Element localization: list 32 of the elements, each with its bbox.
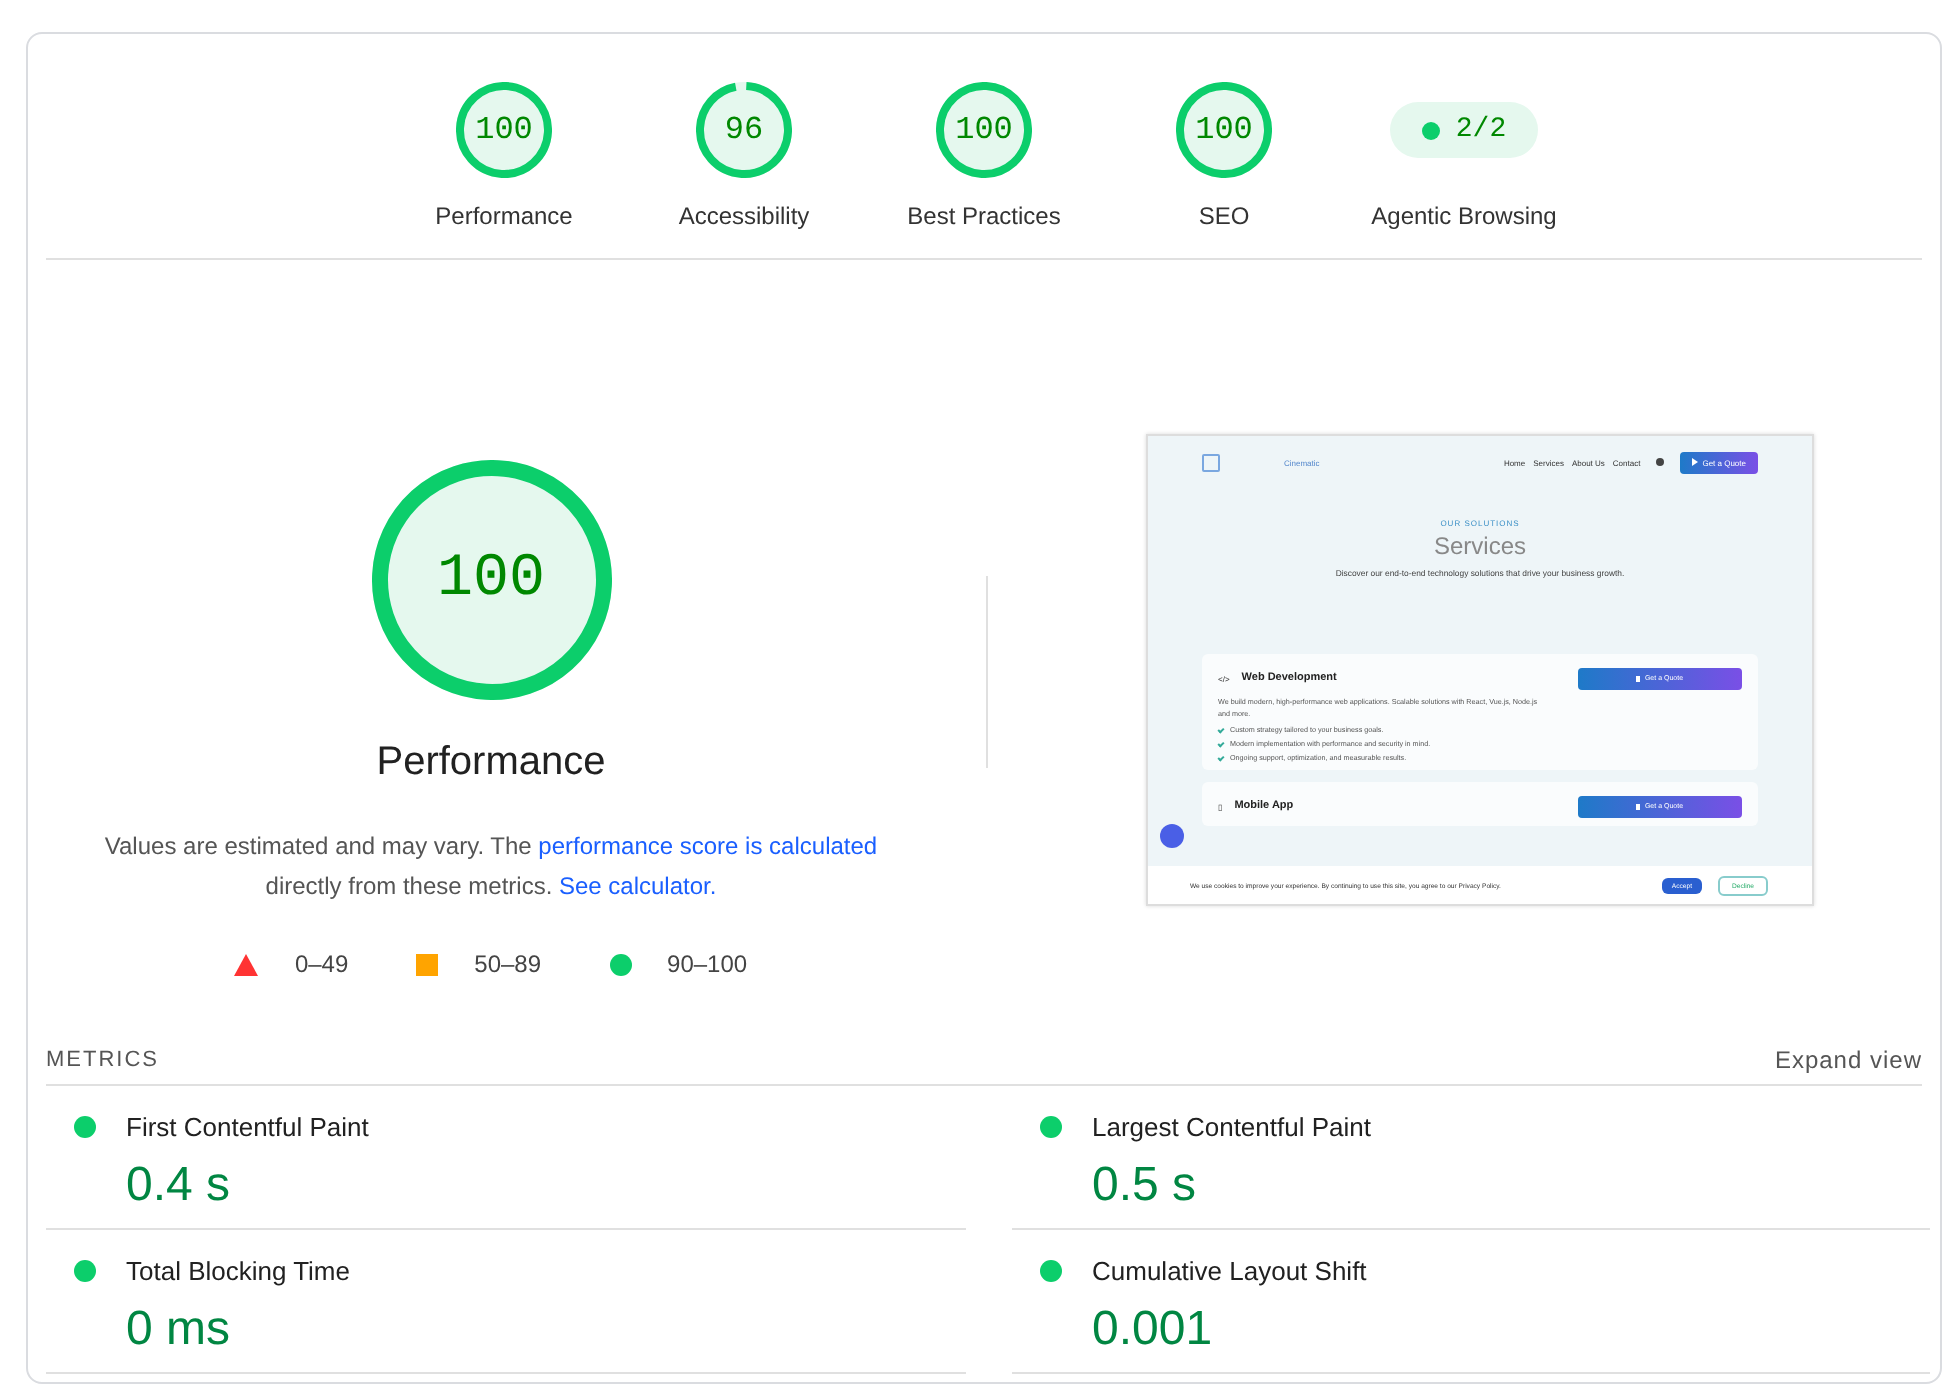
score-gauge[interactable]: 100: [456, 82, 552, 178]
category-label[interactable]: Best Practices: [907, 202, 1061, 230]
logo-icon: [1202, 453, 1220, 471]
legend-range: 0–49: [294, 950, 349, 978]
score-gauge: 100: [371, 460, 611, 700]
category-label[interactable]: Performance: [435, 202, 573, 230]
chat-button[interactable]: [1160, 824, 1184, 848]
metric-value: 0.4 s: [126, 1158, 233, 1214]
metric-value: 0 ms: [126, 1302, 233, 1358]
metric-name: Cumulative Layout Shift: [1092, 1256, 1367, 1286]
expand-view-link[interactable]: Expand view: [1774, 1046, 1922, 1074]
description-link[interactable]: See calculator.: [558, 872, 717, 900]
performance-title: Performance: [376, 740, 606, 786]
score-gauge[interactable]: 100: [1176, 82, 1272, 178]
metric-name: Largest Contentful Paint: [1092, 1112, 1371, 1142]
category-label[interactable]: Accessibility: [678, 202, 810, 230]
score-gauge[interactable]: 96: [696, 82, 792, 178]
category-label[interactable]: SEO: [1198, 202, 1250, 230]
category-label[interactable]: Agentic Browsing: [1371, 202, 1557, 230]
metric-name: Total Blocking Time: [126, 1256, 350, 1286]
metrics-heading: METRICS: [46, 1048, 159, 1072]
description-link[interactable]: performance score is calculated: [538, 832, 878, 860]
metric-value: 0.001: [1092, 1302, 1215, 1358]
score-description: Values are estimated and may vary. The performance score is calculated directly from these metrics. See calculator.: [102, 830, 880, 904]
metric-value: 0.5 s: [1092, 1158, 1199, 1214]
section-title: Services: [1431, 532, 1528, 560]
score-badge[interactable]: 2/2: [1389, 102, 1539, 158]
theme-icon[interactable]: [1656, 458, 1665, 466]
legend-range: 90–100: [667, 950, 748, 978]
score-gauge[interactable]: 100: [936, 82, 1032, 178]
metric-name: First Contentful Paint: [126, 1112, 369, 1142]
legend-range: 50–89: [474, 950, 542, 978]
